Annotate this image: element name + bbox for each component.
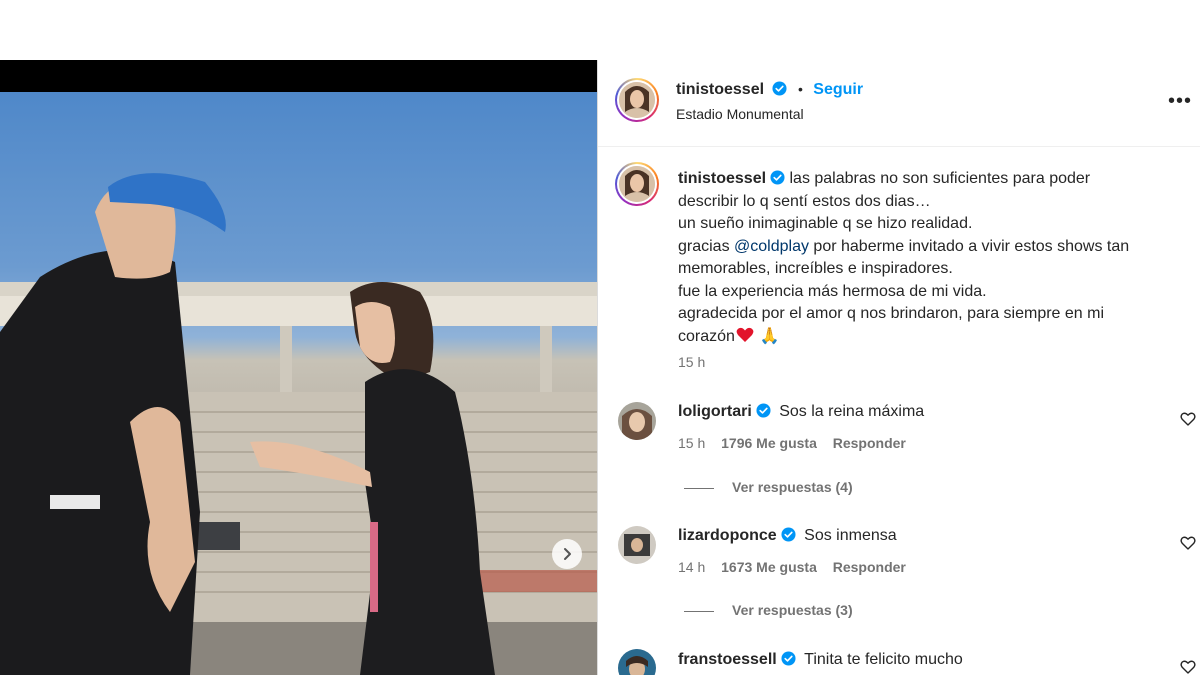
next-image-button[interactable] — [552, 539, 582, 569]
comment: lizardoponce Sos inmensa — [678, 527, 897, 545]
comment-meta: 15 h 1796 Me gusta Responder — [678, 435, 918, 451]
comment-username[interactable]: loligortari — [678, 403, 752, 420]
view-replies-label: Ver respuestas (3) — [732, 602, 853, 618]
author-avatar[interactable] — [615, 78, 659, 122]
heart-outline-icon[interactable] — [1180, 535, 1196, 551]
verified-badge-icon — [781, 527, 796, 542]
red-heart-icon — [736, 327, 754, 342]
verified-badge-icon — [770, 170, 785, 185]
caption-text-line: memorables, increíbles e inspiradores. — [678, 260, 953, 277]
comment-text: Tinita te felicito mucho — [804, 651, 963, 668]
follow-button[interactable]: Seguir — [813, 81, 863, 98]
comment-text: Sos la reina máxima — [779, 403, 925, 420]
replies-divider — [684, 487, 714, 489]
comment-username[interactable]: lizardoponce — [678, 527, 777, 544]
comment-likes[interactable]: 1796 Me gusta — [721, 435, 817, 451]
comment: franstoessell Tinita te felicito mucho — [678, 651, 963, 669]
caption-avatar[interactable] — [615, 162, 659, 206]
post-location[interactable]: Estadio Monumental — [676, 106, 804, 122]
comment-time: 15 h — [678, 435, 706, 451]
post-caption: tinistoessel las palabras no son suficie… — [678, 168, 1178, 348]
photo-illustration — [0, 173, 597, 675]
reply-button[interactable]: Responder — [833, 435, 906, 451]
reply-button[interactable]: Responder — [833, 559, 906, 575]
caption-text-line: describir lo q sentí estos dos dias… — [678, 192, 931, 210]
post-panel: tinistoessel • Seguir Estadio Monumental… — [598, 60, 1200, 675]
comment: loligortari Sos la reina máxima — [678, 403, 924, 421]
comment-text: Sos inmensa — [804, 527, 897, 544]
caption-time: 15 h — [678, 354, 706, 370]
header-separator: • — [797, 81, 803, 97]
heart-outline-icon[interactable] — [1180, 411, 1196, 427]
comment-avatar[interactable] — [618, 402, 656, 440]
caption-text: gracias — [678, 237, 735, 255]
verified-badge-icon — [772, 81, 788, 96]
verified-badge-icon — [781, 651, 796, 666]
chevron-right-icon — [564, 548, 571, 560]
comment-likes[interactable]: 1673 Me gusta — [721, 559, 817, 575]
comment-meta: 14 h 1673 Me gusta Responder — [678, 559, 918, 575]
verified-badge-icon — [756, 403, 771, 418]
caption-username[interactable]: tinistoessel — [678, 170, 766, 187]
comment-time: 14 h — [678, 559, 706, 575]
more-options-button[interactable]: ••• — [1168, 90, 1192, 113]
folded-hands-icon: 🙏 — [759, 327, 780, 345]
comment-avatar[interactable] — [618, 526, 656, 564]
mention-link[interactable]: @coldplay — [734, 238, 809, 255]
post-header: tinistoessel • Seguir Estadio Monumental… — [598, 60, 1200, 147]
caption-text-line: las palabras no son suficientes para pod… — [789, 170, 1091, 187]
author-username[interactable]: tinistoessel — [676, 81, 764, 98]
avatar-image — [619, 166, 655, 202]
avatar-image — [618, 402, 656, 440]
replies-divider — [684, 610, 714, 612]
view-replies-button[interactable]: Ver respuestas (3) — [684, 602, 853, 618]
heart-outline-icon[interactable] — [1180, 659, 1196, 675]
avatar-image — [618, 526, 656, 564]
avatar-image — [618, 649, 656, 675]
caption-text-line: agradecida por el amor q nos brindaron, … — [678, 305, 1105, 322]
view-replies-label: Ver respuestas (4) — [732, 479, 853, 495]
view-replies-button[interactable]: Ver respuestas (4) — [684, 479, 853, 495]
comment-avatar[interactable] — [618, 649, 656, 675]
caption-text: corazón — [678, 327, 735, 345]
comment-username[interactable]: franstoessell — [678, 651, 777, 668]
avatar-image — [619, 82, 655, 118]
caption-text-line: fue la experiencia más hermosa de mi vid… — [678, 282, 987, 300]
post-media — [0, 60, 597, 675]
caption-text-line: un sueño inimaginable q se hizo realidad… — [678, 215, 973, 232]
caption-text: por haberme invitado a vivir estos shows… — [808, 237, 1130, 255]
post-photo — [0, 92, 597, 675]
